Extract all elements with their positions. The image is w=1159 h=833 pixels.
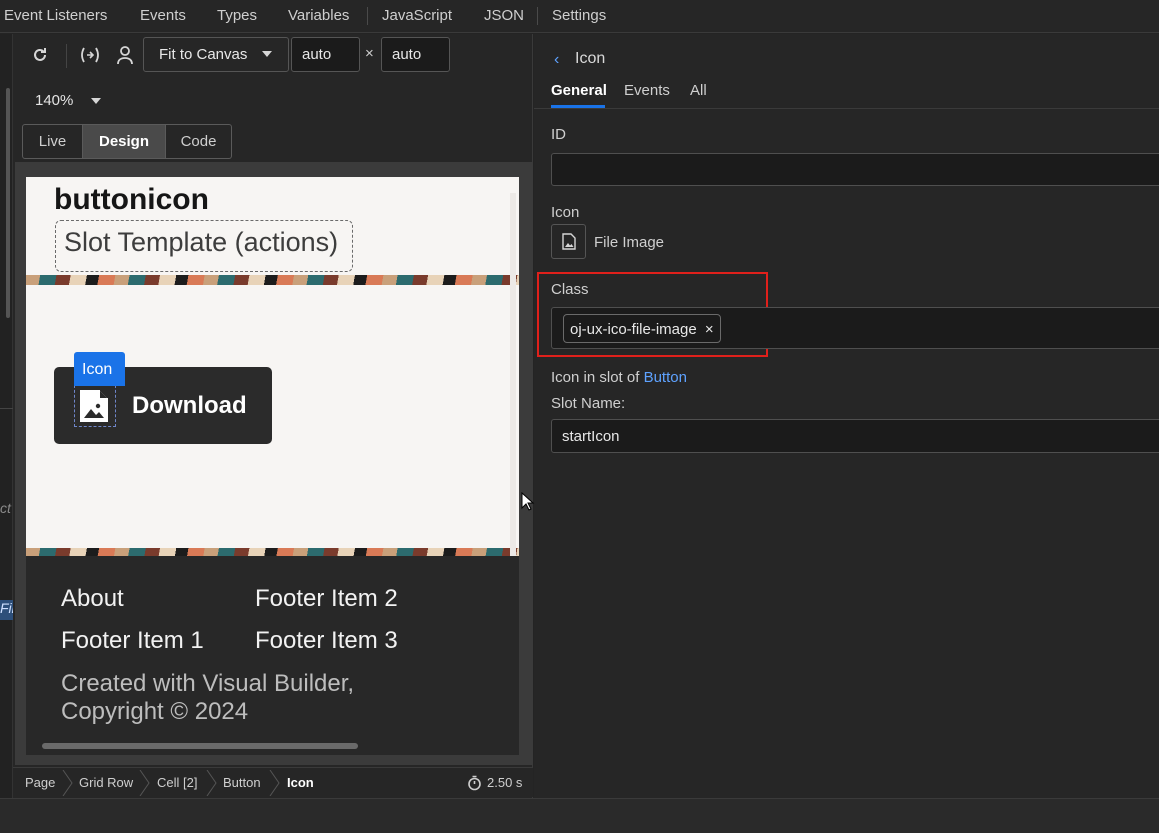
footer-link-item-1[interactable]: Footer Item 1 <box>61 627 204 655</box>
slot-template-actions[interactable]: Slot Template (actions) <box>55 220 353 272</box>
class-chip[interactable]: oj-ux-ico-file-image × <box>563 314 721 343</box>
mouse-cursor-icon <box>521 492 535 511</box>
class-chip-label: oj-ux-ico-file-image <box>570 321 697 338</box>
menu-divider <box>367 7 368 25</box>
status-bar <box>0 798 1159 833</box>
back-chevron-icon[interactable]: ‹ <box>554 51 559 69</box>
user-icon[interactable] <box>116 45 134 68</box>
menu-json[interactable]: JSON <box>484 7 524 24</box>
breadcrumb-page[interactable]: Page <box>25 775 55 790</box>
selected-element-tag: Icon <box>74 352 125 386</box>
file-image-icon <box>562 233 576 250</box>
page-footer: About Footer Item 2 Footer Item 1 Footer… <box>26 556 519 755</box>
gutter-text-fragment-selected: Fil <box>0 600 13 620</box>
id-input[interactable] <box>551 153 1159 186</box>
menu-javascript[interactable]: JavaScript <box>382 7 452 24</box>
stopwatch-icon <box>467 775 482 796</box>
properties-panel: ‹ Icon General Events All ID Icon File I… <box>534 34 1159 798</box>
breadcrumb-separator-icon <box>206 770 217 796</box>
class-input[interactable]: oj-ux-ico-file-image × <box>551 307 1159 349</box>
breadcrumb-grid-row[interactable]: Grid Row <box>79 775 133 790</box>
view-mode-live[interactable]: Live <box>22 124 83 159</box>
slot-name-value: startIcon <box>562 428 620 445</box>
footer-link-item-2[interactable]: Footer Item 2 <box>255 585 398 613</box>
id-label: ID <box>551 126 566 143</box>
page-title[interactable]: buttonicon <box>54 183 209 217</box>
icon-picker-button[interactable] <box>551 224 586 259</box>
times-separator: × <box>365 45 374 62</box>
chevron-down-icon <box>262 51 272 57</box>
zoom-select[interactable]: 140% <box>35 92 105 112</box>
component-breadcrumb: Page Grid Row Cell [2] Button Icon 2.50 … <box>13 767 533 797</box>
slot-name-label: Slot Name: <box>551 395 626 412</box>
slot-name-input[interactable]: startIcon <box>551 419 1159 453</box>
canvas-height-value: auto <box>392 46 422 63</box>
fit-select-value: Fit to Canvas <box>159 46 248 63</box>
download-button-label: Download <box>132 392 247 419</box>
decorative-banner-bottom <box>26 548 519 556</box>
canvas-scrollbar[interactable] <box>510 193 516 561</box>
gutter-scrollbar[interactable] <box>6 88 10 318</box>
tab-all[interactable]: All <box>690 82 707 99</box>
view-mode-design[interactable]: Design <box>82 124 166 159</box>
footer-credit-line2: Copyright © 2024 <box>61 698 249 725</box>
file-image-icon[interactable] <box>78 388 110 429</box>
tabs-divider <box>534 108 1159 109</box>
decorative-banner-top <box>26 275 519 285</box>
gutter-text-fragment: ct <box>0 500 11 516</box>
footer-link-item-3[interactable]: Footer Item 3 <box>255 627 398 655</box>
variable-binding-icon[interactable] <box>79 46 101 67</box>
breadcrumb-icon[interactable]: Icon <box>287 775 314 790</box>
menu-divider <box>537 7 538 25</box>
zoom-value: 140% <box>35 92 74 109</box>
footer-credit-line1: Created with Visual Builder, <box>61 670 355 697</box>
toolbar-divider <box>66 44 67 68</box>
icon-label: Icon <box>551 204 580 221</box>
slot-of-text: Icon in slot of Button <box>551 369 687 386</box>
tab-general[interactable]: General <box>551 82 607 99</box>
canvas-width-input[interactable]: auto <box>291 37 360 72</box>
canvas-height-input[interactable]: auto <box>381 37 450 72</box>
breadcrumb-separator-icon <box>269 770 280 796</box>
left-gutter: ct Fil <box>0 34 13 798</box>
breadcrumb-separator-icon <box>139 770 150 796</box>
class-label: Class <box>551 281 589 298</box>
fit-to-canvas-select[interactable]: Fit to Canvas <box>143 37 289 72</box>
breadcrumb-cell[interactable]: Cell [2] <box>157 775 197 790</box>
icon-value: File Image <box>594 234 665 251</box>
refresh-icon[interactable] <box>31 46 49 67</box>
menu-events[interactable]: Events <box>140 7 186 24</box>
chevron-down-icon <box>91 98 101 104</box>
view-mode-code[interactable]: Code <box>165 124 232 159</box>
slot-of-prefix: Icon in slot of <box>551 369 640 386</box>
top-menu-bar: Event Listeners Events Types Variables J… <box>0 0 1159 33</box>
render-timer: 2.50 s <box>487 775 523 790</box>
canvas-width-value: auto <box>302 46 332 63</box>
footer-link-about[interactable]: About <box>61 585 124 613</box>
menu-variables[interactable]: Variables <box>288 7 349 24</box>
breadcrumb-separator-icon <box>62 770 73 796</box>
breadcrumb-button[interactable]: Button <box>223 775 261 790</box>
menu-types[interactable]: Types <box>217 7 257 24</box>
panel-back-title[interactable]: Icon <box>575 50 605 68</box>
slot-of-button-link[interactable]: Button <box>644 369 687 386</box>
chip-close-icon[interactable]: × <box>705 321 714 338</box>
horizontal-scrollbar[interactable] <box>42 743 358 749</box>
menu-settings[interactable]: Settings <box>552 7 606 24</box>
tab-events[interactable]: Events <box>624 82 670 99</box>
design-canvas: buttonicon Slot Template (actions) Downl… <box>26 177 519 755</box>
menu-event-listeners[interactable]: Event Listeners <box>4 7 107 24</box>
gutter-divider <box>0 408 13 409</box>
